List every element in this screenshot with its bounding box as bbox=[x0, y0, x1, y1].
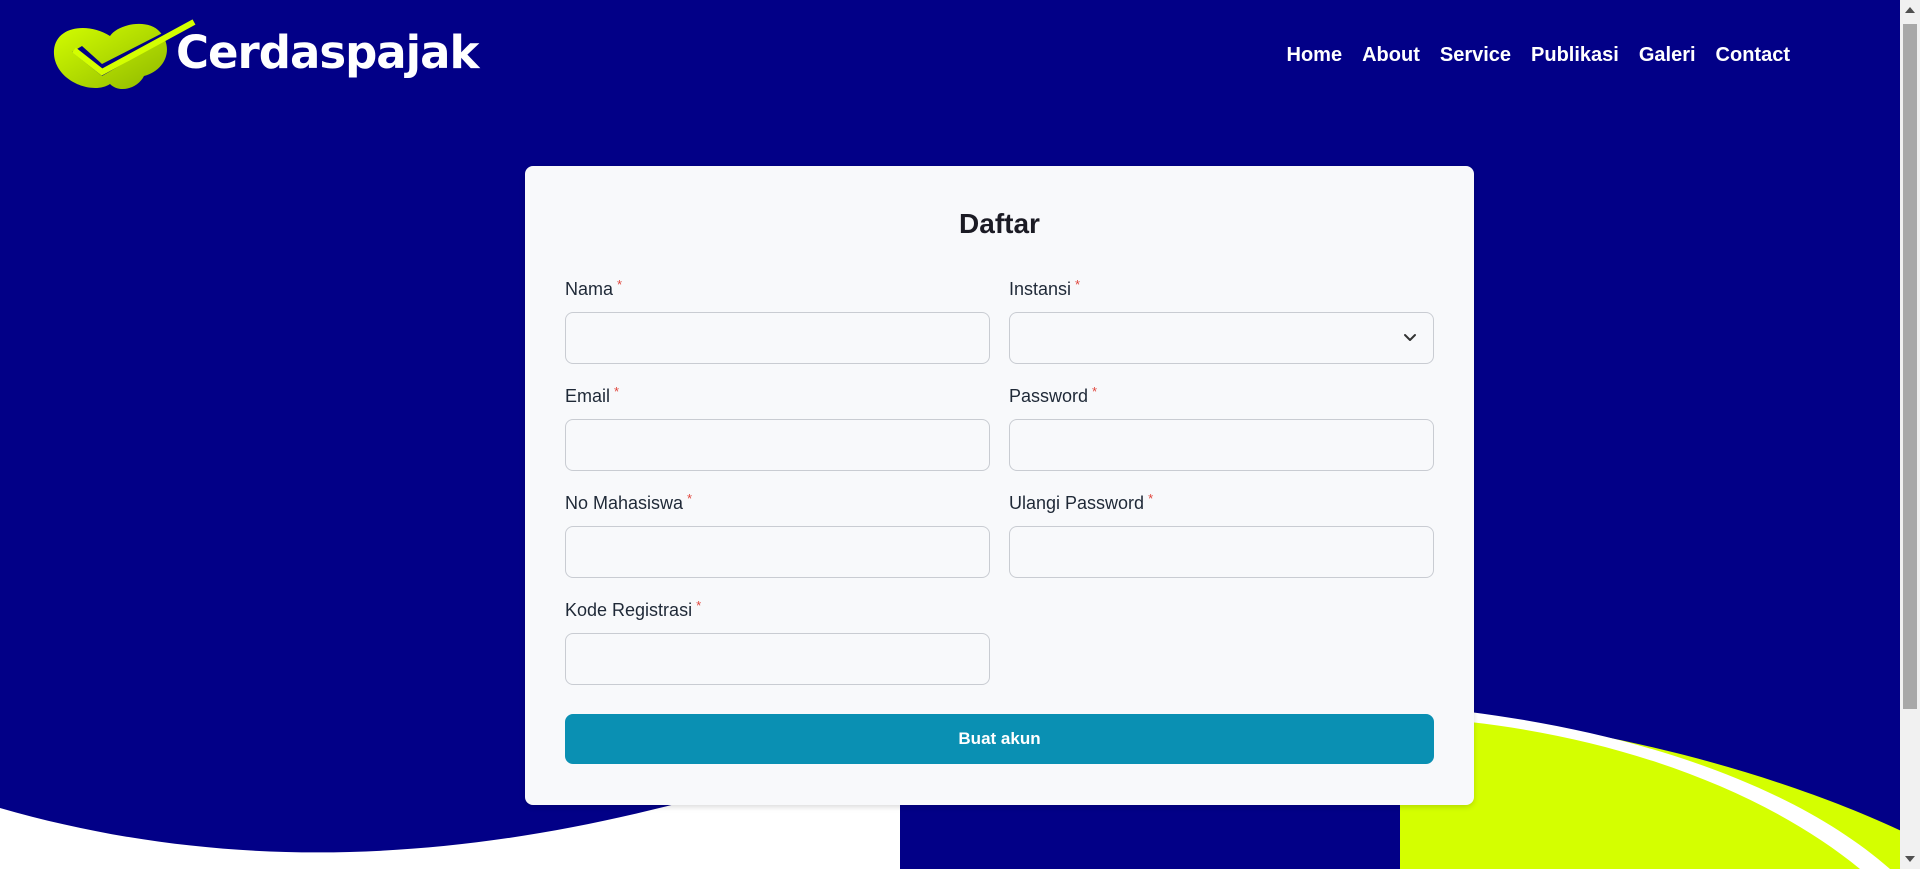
kode-registrasi-label: Kode Registrasi * bbox=[565, 598, 702, 620]
required-mark: * bbox=[696, 598, 702, 613]
scroll-up-arrow-icon[interactable] bbox=[1905, 7, 1915, 13]
email-label: Email * bbox=[565, 384, 620, 406]
kode-registrasi-input[interactable] bbox=[565, 633, 990, 685]
no-mahasiswa-input[interactable] bbox=[565, 526, 990, 578]
brand-name: Cerdaspajak bbox=[176, 26, 479, 79]
nav-galeri[interactable]: Galeri bbox=[1639, 44, 1696, 67]
register-card: Daftar Nama * Instansi * Email * Password * … bbox=[525, 166, 1474, 805]
field-nama: Nama * bbox=[565, 277, 990, 364]
ulangi-password-label: Ulangi Password * bbox=[1009, 491, 1154, 513]
form-title: Daftar bbox=[959, 208, 1040, 239]
nav-contact[interactable]: Contact bbox=[1716, 44, 1790, 67]
page-scrollbar[interactable] bbox=[1900, 0, 1920, 869]
field-instansi: Instansi * bbox=[1009, 277, 1434, 364]
scroll-down-arrow-icon[interactable] bbox=[1905, 856, 1915, 862]
buat-akun-button[interactable]: Buat akun bbox=[565, 714, 1434, 764]
nav-about[interactable]: About bbox=[1362, 44, 1420, 67]
nav-publikasi[interactable]: Publikasi bbox=[1531, 44, 1619, 67]
instansi-select[interactable] bbox=[1009, 312, 1434, 364]
required-mark: * bbox=[1092, 384, 1098, 399]
nama-label: Nama * bbox=[565, 277, 623, 299]
chevron-down-icon bbox=[1404, 334, 1416, 341]
field-ulangi-password: Ulangi Password * bbox=[1009, 491, 1434, 578]
password-input[interactable] bbox=[1009, 419, 1434, 471]
field-no-mahasiswa: No Mahasiswa * bbox=[565, 491, 990, 578]
required-mark: * bbox=[1148, 491, 1154, 506]
nav-home[interactable]: Home bbox=[1287, 44, 1343, 67]
field-email: Email * bbox=[565, 384, 990, 471]
required-mark: * bbox=[1075, 277, 1081, 292]
field-kode-registrasi: Kode Registrasi * bbox=[565, 598, 990, 685]
ulangi-password-input[interactable] bbox=[1009, 526, 1434, 578]
nama-input[interactable] bbox=[565, 312, 990, 364]
main-nav: Home About Service Publikasi Galeri Cont… bbox=[1287, 44, 1790, 67]
required-mark: * bbox=[617, 277, 623, 292]
no-mahasiswa-label: No Mahasiswa * bbox=[565, 491, 693, 513]
brand-logo[interactable]: Cerdaspajak bbox=[48, 18, 479, 93]
site-header: Cerdaspajak Home About Service Publikasi… bbox=[0, 0, 1900, 110]
required-mark: * bbox=[614, 384, 620, 399]
field-password: Password * bbox=[1009, 384, 1434, 471]
email-input[interactable] bbox=[565, 419, 990, 471]
nav-service[interactable]: Service bbox=[1440, 44, 1511, 67]
instansi-label: Instansi * bbox=[1009, 277, 1081, 299]
password-label: Password * bbox=[1009, 384, 1098, 406]
scrollbar-thumb[interactable] bbox=[1903, 24, 1917, 709]
required-mark: * bbox=[687, 491, 693, 506]
